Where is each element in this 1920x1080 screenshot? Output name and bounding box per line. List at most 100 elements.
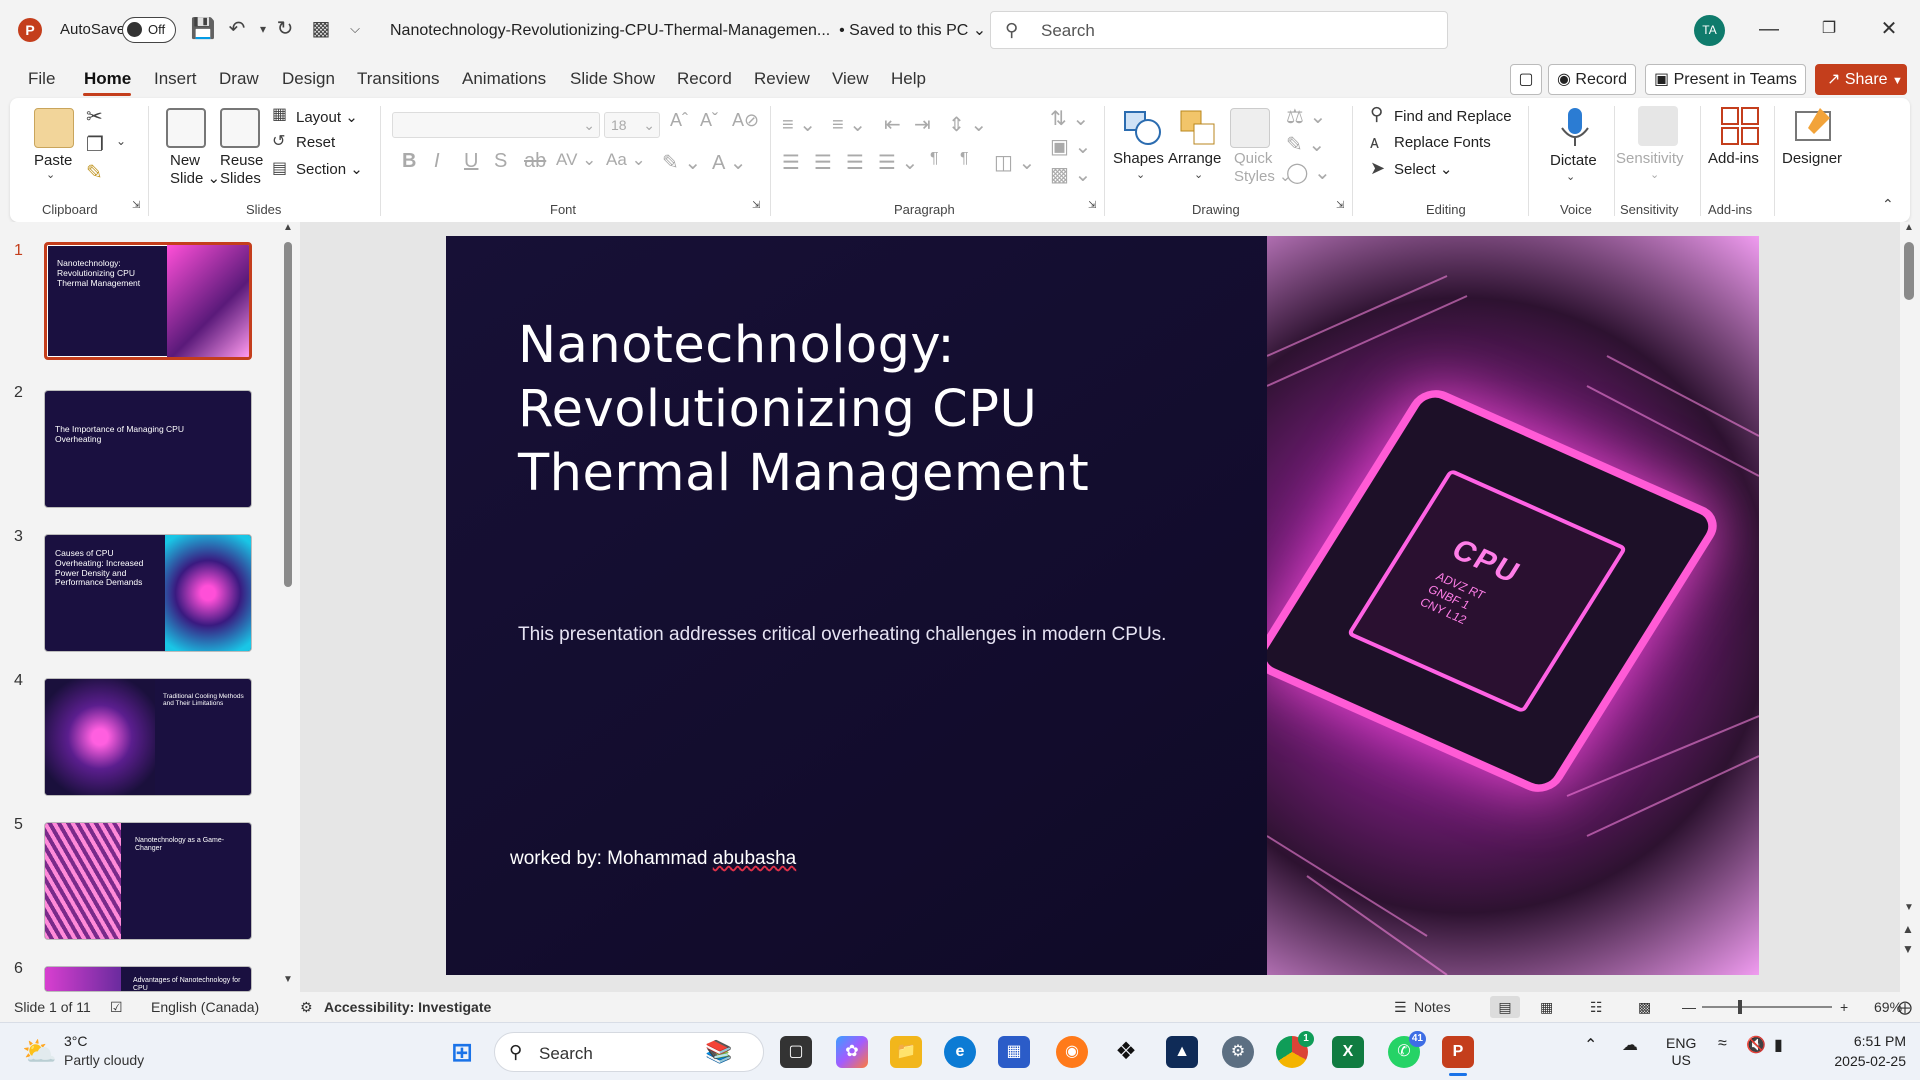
dictate-button[interactable]: Dictate — [1550, 152, 1597, 169]
align-right-icon[interactable]: ☰ — [846, 150, 864, 175]
align-center-icon[interactable]: ☰ — [814, 150, 832, 175]
shapes-dropdown-icon[interactable]: ⌄ — [1136, 168, 1145, 181]
tab-draw[interactable]: Draw — [219, 69, 259, 89]
line-spacing-icon[interactable]: ⇕ ⌄ — [948, 112, 987, 137]
excel-icon[interactable]: X — [1332, 1036, 1364, 1068]
avatar[interactable]: TA — [1694, 15, 1725, 46]
tab-slide-show[interactable]: Slide Show — [570, 69, 655, 89]
font-size-select[interactable]: 18 ⌄ — [604, 112, 660, 138]
character-spacing-icon[interactable]: AV ⌄ — [556, 150, 596, 170]
copy-icon[interactable]: ❐ — [86, 132, 104, 157]
settings-gear-icon[interactable]: ⚙ — [1222, 1036, 1254, 1068]
scroll-down-icon[interactable]: ▼ — [282, 974, 294, 985]
arrange-button[interactable]: Arrange — [1168, 150, 1221, 167]
section-button[interactable]: Section ⌄ — [296, 160, 363, 178]
customize-toolbar-icon[interactable]: ⌵ — [342, 16, 368, 42]
tab-animations[interactable]: Animations — [462, 69, 546, 89]
add-ins-button[interactable]: Add-ins — [1708, 150, 1759, 167]
reading-view-icon[interactable]: ☷ — [1590, 999, 1603, 1016]
notes-button[interactable]: Notes — [1414, 999, 1451, 1015]
strikethrough-icon[interactable]: ab — [524, 150, 546, 173]
document-title[interactable]: Nanotechnology-Revolutionizing-CPU-Therm… — [390, 20, 986, 40]
sensitivity-dropdown-icon[interactable]: ⌄ — [1650, 168, 1659, 181]
numbering-icon[interactable]: ≡ ⌄ — [832, 112, 866, 137]
dialog-launcher-icon[interactable]: ⇲ — [1336, 200, 1344, 211]
increase-indent-icon[interactable]: ⇥ — [914, 112, 931, 137]
microphone-icon[interactable] — [1556, 106, 1596, 146]
dialog-launcher-icon[interactable]: ⇲ — [752, 200, 760, 211]
previous-slide-icon[interactable]: ▲ — [1902, 922, 1914, 936]
slide-show-icon[interactable]: ▩ — [1638, 999, 1651, 1016]
sensitivity-icon[interactable] — [1638, 106, 1678, 146]
select-button[interactable]: Select ⌄ — [1394, 160, 1452, 178]
word-reader-icon[interactable]: ▲ — [1166, 1036, 1198, 1068]
search-input[interactable]: ⚲ Search — [990, 11, 1448, 49]
tab-file[interactable]: File — [28, 69, 55, 89]
wifi-icon[interactable]: ≈ — [1718, 1035, 1727, 1053]
dialog-launcher-icon[interactable]: ⇲ — [132, 200, 140, 211]
tab-record[interactable]: Record — [677, 69, 732, 89]
slide-subtitle[interactable]: This presentation addresses critical ove… — [518, 624, 1166, 646]
slide-thumbnail-4[interactable]: Traditional Cooling Methods and Their Li… — [44, 678, 252, 796]
bullets-icon[interactable]: ≡ ⌄ — [782, 112, 816, 137]
clear-formatting-icon[interactable]: A⊘ — [732, 110, 759, 131]
new-slide-icon[interactable] — [166, 108, 206, 148]
change-case-icon[interactable]: Aa ⌄ — [606, 150, 646, 170]
slide-thumbnail-3[interactable]: Causes of CPU Overheating: Increased Pow… — [44, 534, 252, 652]
scroll-up-icon[interactable]: ▲ — [1904, 222, 1914, 233]
share-button[interactable]: ↗ Share ▼ — [1815, 64, 1907, 95]
decrease-indent-icon[interactable]: ⇤ — [884, 112, 901, 137]
quick-styles-icon[interactable] — [1230, 108, 1270, 148]
zoom-in-icon[interactable]: + — [1840, 999, 1848, 1015]
firefox-icon[interactable]: ◉ — [1056, 1036, 1088, 1068]
fit-to-window-icon[interactable]: ⨁ — [1898, 999, 1912, 1016]
powerpoint-taskbar-icon[interactable]: P — [1442, 1036, 1474, 1068]
battery-icon[interactable]: ▮ — [1774, 1035, 1783, 1055]
dialog-launcher-icon[interactable]: ⇲ — [1088, 200, 1096, 211]
normal-view-icon[interactable]: ▤ — [1490, 996, 1520, 1018]
scroll-down-icon[interactable]: ▼ — [1904, 902, 1914, 913]
text-direction-rtl-icon[interactable]: ¶ — [960, 150, 969, 168]
tab-help[interactable]: Help — [891, 69, 926, 89]
smartart-icon[interactable]: ▩ ⌄ — [1050, 162, 1091, 187]
collapse-ribbon-icon[interactable]: ⌃ — [1882, 196, 1894, 213]
present-in-teams-button[interactable]: ▣ Present in Teams — [1645, 64, 1806, 95]
undo-icon[interactable]: ↶ — [224, 16, 250, 42]
reuse-slides-icon[interactable] — [220, 108, 260, 148]
task-view-icon[interactable]: ▢ — [780, 1036, 812, 1068]
tab-design[interactable]: Design — [282, 69, 335, 89]
thumbnail-scrollbar[interactable]: ▲ ▼ — [282, 222, 294, 990]
new-slide-button[interactable]: New Slide ⌄ — [170, 152, 220, 188]
autosave-toggle[interactable]: Off — [122, 17, 176, 43]
format-painter-icon[interactable]: ✎ — [86, 160, 103, 185]
editor-scrollbar[interactable]: ▲ ▼ ▲ ▼ — [1900, 222, 1920, 992]
zoom-slider-handle[interactable] — [1738, 1000, 1742, 1014]
present-from-start-icon[interactable]: ▩ — [308, 16, 334, 42]
columns-icon[interactable]: ◫ ⌄ — [994, 150, 1035, 175]
show-hidden-icons-icon[interactable]: ⌃ — [1584, 1035, 1597, 1055]
shapes-button[interactable]: Shapes — [1113, 150, 1164, 167]
text-direction-ltr-icon[interactable]: ¶ — [930, 150, 939, 168]
text-shadow-icon[interactable]: S — [494, 150, 507, 173]
slide-thumbnail-6[interactable]: Advantages of Nanotechnology for CPU — [44, 966, 252, 992]
tab-review[interactable]: Review — [754, 69, 810, 89]
highlight-icon[interactable]: ✎ ⌄ — [662, 150, 701, 175]
align-left-icon[interactable]: ☰ — [782, 150, 800, 175]
shape-fill-icon[interactable]: ⚖ ⌄ — [1286, 104, 1326, 129]
quick-styles-button[interactable]: Quick Styles ⌄ — [1234, 150, 1292, 186]
shapes-icon[interactable] — [1122, 108, 1162, 148]
increase-font-size-icon[interactable]: Aˆ — [670, 110, 688, 131]
dictate-dropdown-icon[interactable]: ⌄ — [1566, 170, 1575, 183]
windows-start-icon[interactable]: ⊞ — [446, 1036, 478, 1068]
copy-dropdown-icon[interactable]: ⌄ — [116, 134, 126, 148]
slide-author[interactable]: worked by: Mohammad abubasha — [510, 848, 796, 870]
current-slide[interactable]: CPU ADVZ RT GNBF 1 CNY L12 Nanotechnolog… — [446, 236, 1759, 975]
save-icon[interactable]: 💾 — [190, 16, 216, 42]
whatsapp-icon[interactable]: ✆ 41 — [1388, 1031, 1426, 1068]
taskbar-search[interactable]: ⚲ Search 📚 — [494, 1032, 764, 1072]
cut-icon[interactable]: ✂ — [86, 104, 103, 129]
language-indicator[interactable]: English (Canada) — [151, 999, 259, 1015]
reuse-slides-button[interactable]: Reuse Slides — [220, 152, 263, 188]
slide-title[interactable]: Nanotechnology: Revolutionizing CPU Ther… — [518, 314, 1158, 505]
comments-button[interactable]: ▢ — [1510, 64, 1542, 95]
